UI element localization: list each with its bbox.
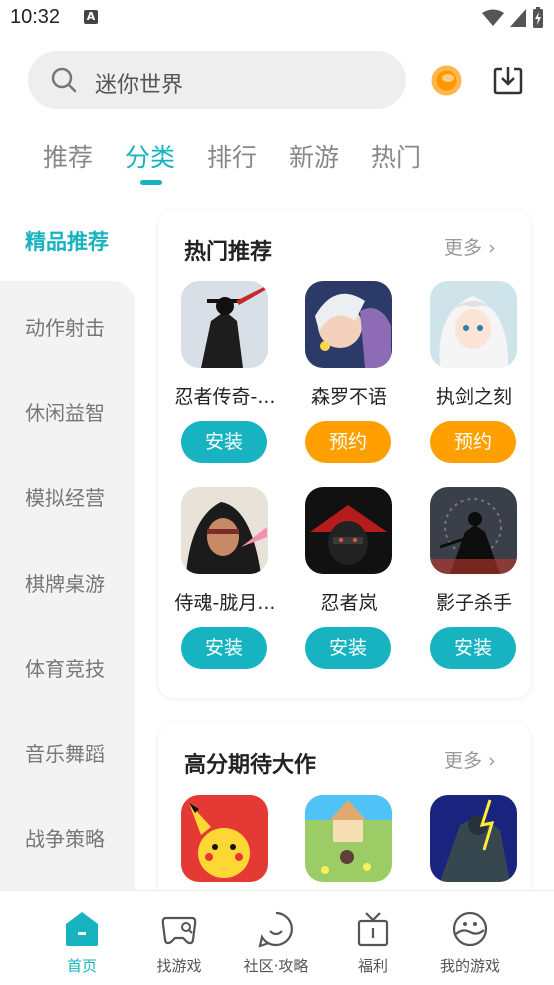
nav-community-label: 社区·攻略 bbox=[243, 957, 309, 975]
hot-recommend-card: 热门推荐 更多 › 忍者传奇-... 森罗不语 执剑之刻 安装 预约 预约 侍魂… bbox=[158, 210, 531, 698]
reserve-button[interactable]: 预约 bbox=[305, 421, 391, 463]
high-score-card: 高分期待大作 更多 › bbox=[158, 723, 531, 913]
app-icon-shadow-assassin[interactable] bbox=[430, 487, 517, 574]
nav-my-games[interactable]: 我的游戏 bbox=[415, 891, 525, 985]
gamepad-icon bbox=[161, 916, 197, 945]
chevron-right-icon: › bbox=[488, 237, 496, 259]
sidebar-item-casual-puzzle[interactable]: 休闲益智 bbox=[25, 397, 105, 426]
reserve-button[interactable]: 预约 bbox=[430, 421, 516, 463]
app-name: 执剑之刻 bbox=[435, 386, 512, 408]
install-button[interactable]: 安装 bbox=[181, 421, 267, 463]
home-icon bbox=[66, 912, 98, 946]
app-icon-sword-moment[interactable] bbox=[430, 281, 517, 368]
sidebar-item-sports[interactable]: 体育竞技 bbox=[25, 653, 105, 682]
tab-new-games[interactable]: 新游 bbox=[289, 138, 371, 174]
search-placeholder: 迷你世界 bbox=[95, 73, 184, 98]
app-icon-samurai-shodown[interactable] bbox=[181, 487, 268, 574]
install-button[interactable]: 安装 bbox=[305, 627, 391, 669]
search-input[interactable]: 迷你世界 bbox=[28, 51, 406, 109]
nav-benefits-label: 福利 bbox=[357, 957, 388, 975]
high-more-label: 更多 bbox=[444, 750, 483, 772]
sidebar-item-war-strategy[interactable]: 战争策略 bbox=[25, 823, 105, 852]
nav-find-games[interactable]: 找游戏 bbox=[124, 891, 234, 985]
nav-my-games-label: 我的游戏 bbox=[439, 957, 500, 975]
hot-more-link[interactable]: 更多 › bbox=[444, 233, 496, 260]
app-name: 侍魂-胧月... bbox=[174, 592, 276, 614]
battery-icon bbox=[533, 7, 543, 28]
chevron-right-icon: › bbox=[488, 750, 496, 772]
sidebar-item-music-dance[interactable]: 音乐舞蹈 bbox=[25, 738, 105, 767]
sidebar-item-action-shooting[interactable]: 动作射击 bbox=[25, 312, 105, 341]
app-name: 影子杀手 bbox=[435, 592, 512, 614]
download-icon[interactable] bbox=[492, 64, 524, 96]
nav-benefits[interactable]: 福利 bbox=[318, 891, 428, 985]
nav-home-label: 首页 bbox=[66, 957, 97, 975]
my-games-icon bbox=[452, 911, 488, 947]
tab-recommend[interactable]: 推荐 bbox=[43, 138, 125, 174]
high-more-link[interactable]: 更多 › bbox=[444, 746, 496, 773]
high-score-title: 高分期待大作 bbox=[184, 753, 317, 778]
app-icon-ninja-legend[interactable] bbox=[181, 281, 268, 368]
nav-home[interactable]: 首页 bbox=[27, 891, 137, 985]
hot-more-label: 更多 bbox=[444, 237, 483, 259]
status-bar: 10:32 A bbox=[0, 0, 554, 38]
tab-ranking[interactable]: 排行 bbox=[207, 138, 289, 174]
notification-icon: A bbox=[84, 10, 98, 24]
app-name: 忍者传奇-... bbox=[174, 386, 276, 408]
app-icon-hero-battle[interactable] bbox=[430, 795, 517, 882]
search-icon bbox=[51, 67, 77, 93]
tab-category[interactable]: 分类 bbox=[125, 138, 207, 174]
nav-find-games-label: 找游戏 bbox=[156, 957, 202, 975]
install-button[interactable]: 安装 bbox=[430, 627, 516, 669]
hot-recommend-title: 热门推荐 bbox=[184, 240, 273, 265]
sidebar-item-featured[interactable]: 精品推荐 bbox=[25, 226, 109, 256]
wifi-icon bbox=[482, 9, 504, 26]
signal-icon bbox=[510, 9, 526, 27]
gift-icon bbox=[357, 912, 389, 947]
app-icon-pikachu[interactable] bbox=[181, 795, 268, 882]
tab-bar: 推荐 分类 排行 新游 热门 bbox=[43, 138, 453, 174]
app-icon-ninja-arashi[interactable] bbox=[305, 487, 392, 574]
tab-indicator bbox=[140, 180, 162, 185]
tab-hot[interactable]: 热门 bbox=[371, 138, 453, 174]
nav-community[interactable]: 社区·攻略 bbox=[221, 891, 331, 985]
app-name: 忍者岚 bbox=[320, 592, 378, 614]
sidebar-item-simulation[interactable]: 模拟经营 bbox=[25, 482, 105, 511]
coin-icon[interactable] bbox=[431, 65, 462, 96]
community-icon bbox=[258, 911, 293, 948]
install-button[interactable]: 安装 bbox=[181, 627, 267, 669]
app-name: 森罗不语 bbox=[310, 386, 387, 408]
sidebar-item-board-games[interactable]: 棋牌桌游 bbox=[25, 568, 105, 597]
status-time: 10:32 bbox=[10, 6, 61, 28]
app-icon-senluo[interactable] bbox=[305, 281, 392, 368]
app-icon-farm[interactable] bbox=[305, 795, 392, 882]
bottom-nav: 首页 找游戏 社区·攻略 福利 我的游戏 bbox=[0, 890, 554, 985]
